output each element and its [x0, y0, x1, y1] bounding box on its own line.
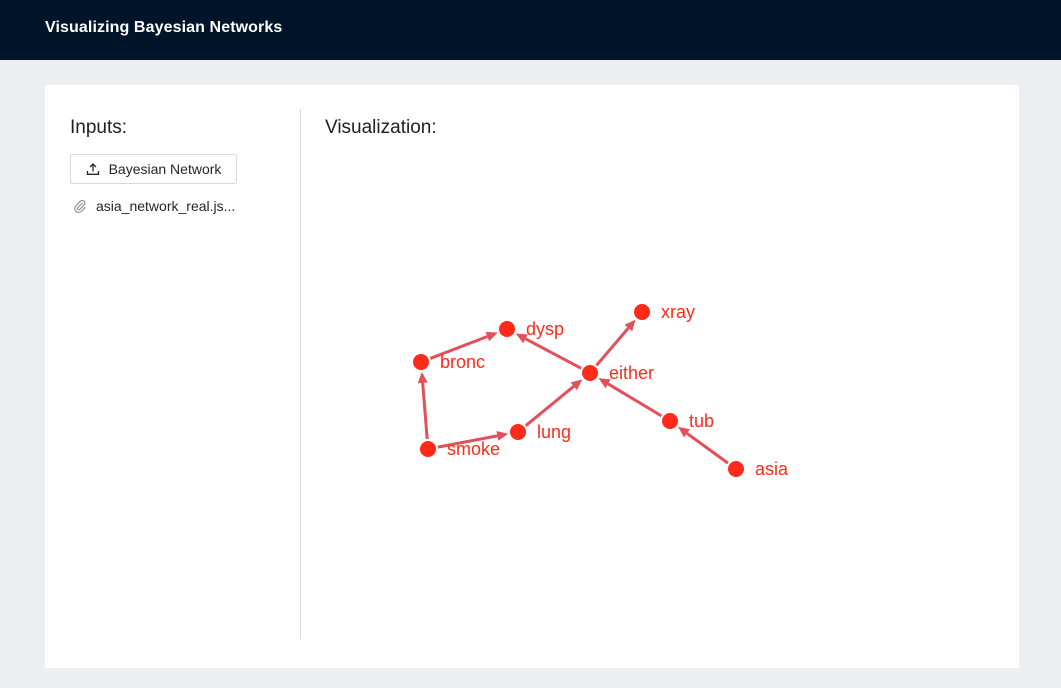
network-graph[interactable]: asia tub either xray dysp bronc smoke lung	[45, 85, 1019, 668]
node-circle[interactable]	[662, 413, 678, 429]
node-label: asia	[755, 459, 789, 479]
node-either[interactable]: either	[582, 363, 654, 383]
node-label: either	[609, 363, 654, 383]
node-label: tub	[689, 411, 714, 431]
node-label: dysp	[526, 319, 564, 339]
edge-asia-tub	[678, 426, 729, 465]
edge-line	[421, 382, 429, 440]
edge-line	[607, 382, 663, 418]
edge-lung-either	[524, 379, 583, 427]
edge-smoke-bronc	[417, 371, 429, 440]
node-bronc[interactable]: bronc	[413, 352, 485, 372]
node-label: bronc	[440, 352, 485, 372]
app-header: Visualizing Bayesian Networks	[0, 0, 1061, 60]
edge-tub-either	[598, 378, 663, 418]
node-lung[interactable]: lung	[510, 422, 571, 442]
node-smoke[interactable]: smoke	[420, 439, 500, 459]
node-dysp[interactable]: dysp	[499, 319, 564, 339]
edge-line	[595, 327, 630, 367]
edge-arrowhead	[417, 371, 428, 384]
edge-line	[686, 432, 729, 465]
edge-line	[524, 337, 582, 370]
node-circle[interactable]	[582, 365, 598, 381]
node-asia[interactable]: asia	[728, 459, 789, 479]
node-label: smoke	[447, 439, 500, 459]
node-circle[interactable]	[728, 461, 744, 477]
node-tub[interactable]: tub	[662, 411, 714, 431]
main-card: Inputs: Bayesian Network asia_network_re…	[45, 85, 1019, 668]
node-label: xray	[661, 302, 695, 322]
node-circle[interactable]	[499, 321, 515, 337]
edge-line	[524, 385, 575, 427]
node-xray[interactable]: xray	[634, 302, 695, 322]
edge-either-xray	[595, 319, 636, 367]
node-label: lung	[537, 422, 571, 442]
node-circle[interactable]	[510, 424, 526, 440]
node-circle[interactable]	[420, 441, 436, 457]
edge-arrowhead	[485, 331, 498, 342]
node-circle[interactable]	[413, 354, 429, 370]
app-title: Visualizing Bayesian Networks	[45, 19, 283, 36]
node-circle[interactable]	[634, 304, 650, 320]
